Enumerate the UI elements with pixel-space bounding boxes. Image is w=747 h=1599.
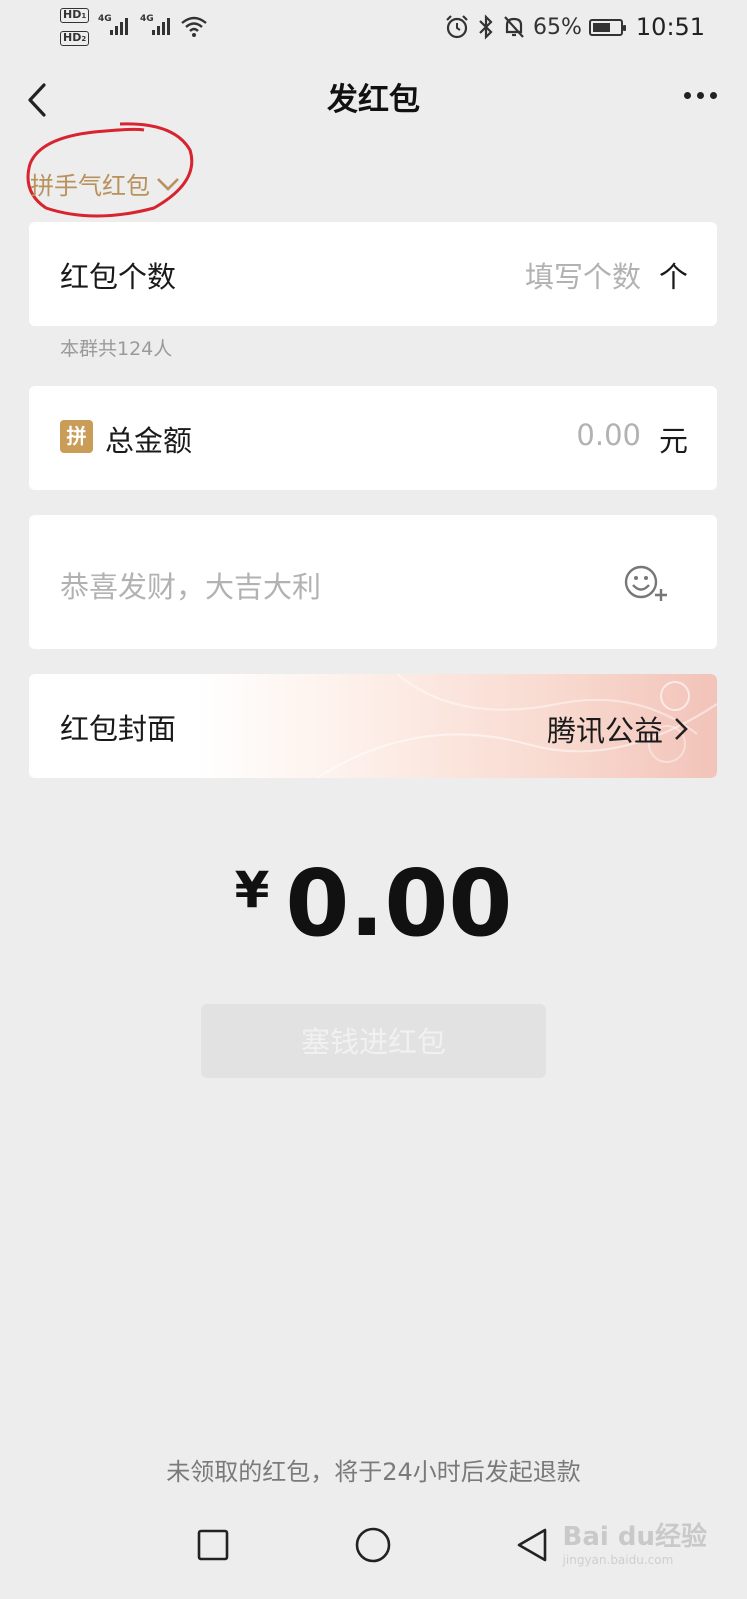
cover-selector[interactable]: 腾讯公益: [547, 708, 689, 750]
clock: 10:51: [635, 13, 706, 41]
nav-back-icon[interactable]: [514, 1526, 550, 1564]
mute-bell-icon: [504, 16, 524, 38]
hd1-badge: HD1: [60, 8, 90, 23]
total-amount-label: 总金额: [105, 424, 193, 458]
group-size-hint: 本群共124人: [60, 338, 173, 360]
battery-fill: [592, 22, 610, 32]
currency-symbol: ¥: [234, 861, 270, 919]
cover-value: 腾讯公益: [546, 714, 663, 748]
status-right-group: 65% 10:51: [444, 12, 705, 42]
home-icon[interactable]: [354, 1526, 392, 1564]
total-amount-value: 0.00: [285, 850, 513, 957]
greeting-card[interactable]: 恭喜发财，大吉大利: [29, 515, 717, 649]
total-amount-input[interactable]: 0.00: [576, 418, 641, 452]
packet-count-label: 红包个数: [60, 260, 177, 294]
send-packet-button[interactable]: 塞钱进红包: [201, 1004, 546, 1078]
status-bar: HD1 HD2 4G 4G 65% 10:51: [0, 0, 747, 56]
page-title: 发红包: [327, 82, 420, 118]
cover-label: 红包封面: [60, 712, 177, 746]
lucky-badge-icon: 拼: [60, 420, 93, 453]
total-amount-card[interactable]: 拼 总金额 0.00 元: [29, 386, 717, 490]
total-amount-display: ¥0.00: [0, 850, 747, 957]
watermark-logo: Bai du经验 jingyan.baidu.com: [562, 1522, 707, 1567]
signal-bars-icon: [152, 18, 170, 35]
recent-apps-icon[interactable]: [196, 1528, 230, 1562]
battery-percent: 65%: [533, 14, 582, 40]
emoji-add-icon[interactable]: [623, 563, 671, 603]
wifi-icon: [181, 16, 207, 37]
packet-type-label: 拼手气红包: [30, 172, 150, 200]
chevron-down-icon: [157, 177, 179, 191]
chevron-right-icon: [675, 718, 688, 740]
bluetooth-icon: [479, 14, 493, 40]
packet-count-input[interactable]: 填写个数: [525, 254, 641, 296]
packet-type-selector[interactable]: 拼手气红包: [30, 166, 180, 201]
more-options-icon[interactable]: [684, 92, 717, 99]
packet-count-unit: 个: [658, 260, 688, 294]
refund-note: 未领取的红包，将于24小时后发起退款: [166, 1458, 581, 1486]
signal-bars-icon: [110, 18, 128, 35]
packet-count-card[interactable]: 红包个数 填写个数 个: [29, 222, 717, 326]
alarm-icon: [446, 15, 468, 39]
greeting-input[interactable]: 恭喜发财，大吉大利: [60, 564, 321, 606]
currency-unit: 元: [658, 424, 688, 458]
cover-card[interactable]: 红包封面 腾讯公益: [29, 674, 717, 778]
hd2-badge: HD2: [60, 31, 90, 46]
battery-icon: [588, 18, 626, 36]
